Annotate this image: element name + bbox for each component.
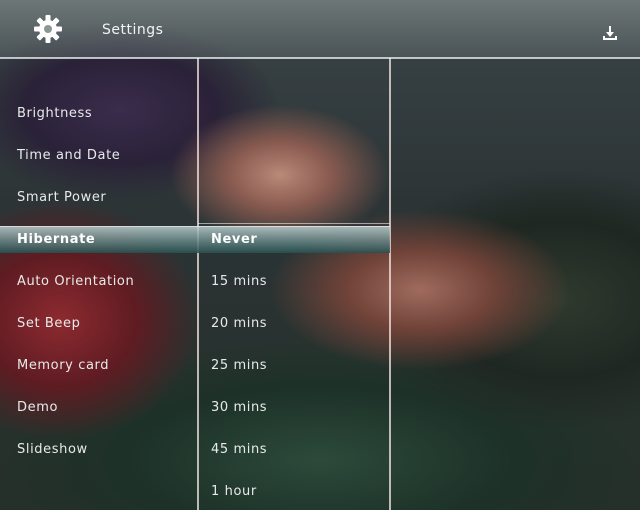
menu-item-label: Brightness bbox=[17, 106, 93, 121]
option-label: 1 hour bbox=[211, 484, 257, 499]
option-never[interactable]: Never bbox=[211, 232, 257, 247]
option-label: 45 mins bbox=[211, 442, 268, 457]
menu-item-memory-card[interactable]: Memory card bbox=[17, 358, 109, 373]
menu-item-label: Set Beep bbox=[17, 316, 81, 331]
option-25-mins[interactable]: 25 mins bbox=[211, 358, 267, 373]
menu-item-label: Hibernate bbox=[17, 232, 96, 247]
title-bar-divider bbox=[0, 57, 640, 59]
gear-icon bbox=[34, 15, 62, 43]
option-label: Never bbox=[211, 232, 258, 247]
page-title: Settings bbox=[102, 22, 164, 38]
menu-item-label: Demo bbox=[17, 400, 59, 415]
menu-item-label: Memory card bbox=[17, 358, 110, 373]
menu-item-demo[interactable]: Demo bbox=[17, 400, 58, 415]
menu-item-brightness[interactable]: Brightness bbox=[17, 106, 92, 121]
option-label: 25 mins bbox=[211, 358, 268, 373]
menu-item-label: Slideshow bbox=[17, 442, 88, 457]
menu-item-slideshow[interactable]: Slideshow bbox=[17, 442, 88, 457]
menu-item-smart-power[interactable]: Smart Power bbox=[17, 190, 106, 205]
option-15-mins[interactable]: 15 mins bbox=[211, 274, 267, 289]
column-divider-2 bbox=[389, 58, 391, 510]
option-45-mins[interactable]: 45 mins bbox=[211, 442, 267, 457]
option-1-hour[interactable]: 1 hour bbox=[211, 484, 257, 499]
option-20-mins[interactable]: 20 mins bbox=[211, 316, 267, 331]
download-icon[interactable] bbox=[602, 25, 618, 41]
menu-item-auto-orientation[interactable]: Auto Orientation bbox=[17, 274, 134, 289]
menu-item-hibernate[interactable]: Hibernate bbox=[17, 232, 95, 247]
menu-item-label: Time and Date bbox=[17, 148, 121, 163]
option-label: 30 mins bbox=[211, 400, 268, 415]
menu-item-label: Smart Power bbox=[17, 190, 107, 205]
menu-item-label: Auto Orientation bbox=[17, 274, 135, 289]
option-label: 15 mins bbox=[211, 274, 268, 289]
option-30-mins[interactable]: 30 mins bbox=[211, 400, 267, 415]
menu-item-set-beep[interactable]: Set Beep bbox=[17, 316, 80, 331]
option-label: 20 mins bbox=[211, 316, 268, 331]
title-bar: Settings bbox=[0, 0, 640, 58]
menu-item-time-and-date[interactable]: Time and Date bbox=[17, 148, 120, 163]
column-divider-1 bbox=[197, 58, 199, 510]
options-top-divider bbox=[198, 223, 390, 224]
photo-frame-screen: Settings Brightness Time and Date Smart … bbox=[0, 0, 640, 510]
